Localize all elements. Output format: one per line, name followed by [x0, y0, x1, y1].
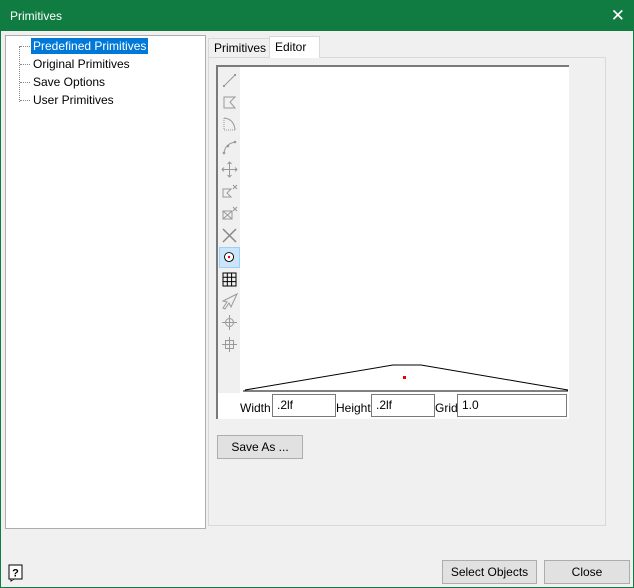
delete-point-icon[interactable]	[219, 181, 240, 202]
tab-editor[interactable]: Editor	[269, 36, 320, 58]
delete-box-icon[interactable]	[219, 203, 240, 224]
tree-line	[20, 100, 30, 101]
window-title: Primitives	[10, 9, 63, 23]
tree-line	[20, 64, 30, 65]
tree-line	[20, 46, 30, 47]
grid-label: Grid	[435, 401, 458, 415]
pointer-icon[interactable]	[219, 291, 240, 312]
width-field[interactable]: .2lf	[272, 394, 336, 417]
cross-icon[interactable]	[219, 225, 240, 246]
title-bar: Primitives ✕	[1, 1, 633, 31]
height-field[interactable]: .2lf	[371, 394, 435, 417]
width-label: Width	[240, 401, 271, 415]
move-icon[interactable]	[219, 159, 240, 180]
arc-dotted-icon[interactable]	[219, 114, 240, 135]
grid-icon[interactable]	[219, 269, 240, 290]
tree-item-original-primitives[interactable]: Original Primitives	[31, 56, 132, 72]
primitives-tree: Predefined Primitives Original Primitive…	[5, 35, 206, 529]
polygon-icon[interactable]	[219, 92, 240, 113]
line-icon[interactable]	[219, 70, 240, 91]
save-as-button[interactable]: Save As ...	[217, 435, 303, 459]
select-objects-button[interactable]: Select Objects	[442, 560, 537, 584]
tree-item-predefined-primitives[interactable]: Predefined Primitives	[31, 38, 149, 54]
close-button[interactable]: Close	[544, 560, 630, 584]
center-point-marker	[403, 376, 406, 379]
primitives-dialog: Primitives ✕ Predefined Primitives Origi…	[0, 0, 634, 588]
tree-item-user-primitives[interactable]: User Primitives	[31, 92, 116, 108]
help-icon[interactable]: ?	[8, 564, 24, 582]
tree-line	[19, 46, 20, 102]
crosshair-icon[interactable]	[219, 334, 240, 355]
close-icon[interactable]: ✕	[611, 6, 625, 26]
grid-field[interactable]: 1.0	[457, 394, 567, 417]
editor-toolbar	[218, 67, 240, 393]
primitive-shape	[244, 364, 569, 391]
curve-icon[interactable]	[219, 137, 240, 158]
tree-item-save-options[interactable]: Save Options	[31, 74, 107, 90]
editor-canvas-frame: Width .2lf Height .2lf Grid 1.0	[216, 65, 569, 419]
primitive-drawing-area[interactable]	[242, 67, 569, 393]
crosshair-circle-icon[interactable]	[219, 312, 240, 333]
height-label: Height	[336, 401, 371, 415]
center-point-icon[interactable]	[219, 247, 240, 268]
tree-line	[20, 82, 30, 83]
tab-primitives[interactable]: Primitives	[208, 38, 273, 58]
svg-text:?: ?	[12, 568, 19, 580]
